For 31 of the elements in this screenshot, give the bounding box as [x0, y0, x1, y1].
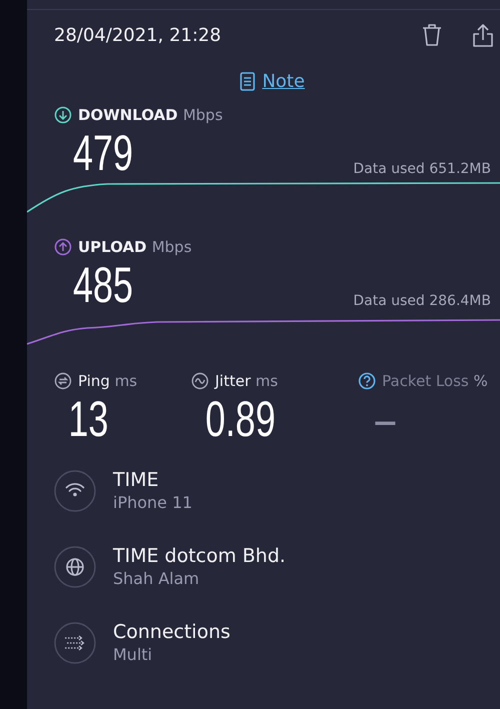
data-used: Data used 651.2MB: [353, 161, 491, 177]
trash-icon[interactable]: [421, 23, 443, 47]
detail-title: TIME dotcom Bhd.: [113, 544, 286, 568]
speed-value: 485: [73, 260, 134, 310]
detail-title: Connections: [113, 620, 230, 644]
globe-icon: [54, 546, 96, 588]
metric-label: Ping ms: [78, 372, 138, 390]
upload-icon: [54, 238, 72, 256]
wifi-icon: [54, 470, 96, 512]
metric-value: 0.89: [204, 392, 276, 446]
note-link[interactable]: Note: [262, 70, 305, 92]
note-icon: [240, 72, 256, 90]
metric-label: Jitter ms: [215, 372, 278, 390]
data-used: Data used 286.4MB: [353, 293, 491, 309]
share-icon[interactable]: [473, 23, 493, 47]
ping-icon: [54, 372, 72, 390]
speed-value: 479: [73, 128, 134, 178]
metric-value: –: [374, 392, 396, 446]
detail-subtitle: Multi: [113, 644, 154, 666]
metric-value: 13: [67, 392, 108, 446]
speed-label: DOWNLOAD Mbps: [78, 106, 223, 124]
download-icon: [54, 106, 72, 124]
detail-subtitle: iPhone 11: [113, 492, 192, 514]
detail-subtitle: Shah Alam: [113, 568, 200, 590]
speed-label: UPLOAD Mbps: [78, 238, 192, 256]
help-icon[interactable]: [358, 372, 376, 390]
metric-label: Packet Loss %: [382, 372, 488, 390]
detail-title: TIME: [113, 468, 160, 492]
wave-icon: [191, 372, 209, 390]
date-time: 28/04/2021, 21:28: [54, 24, 222, 46]
connections-icon: [54, 622, 96, 664]
